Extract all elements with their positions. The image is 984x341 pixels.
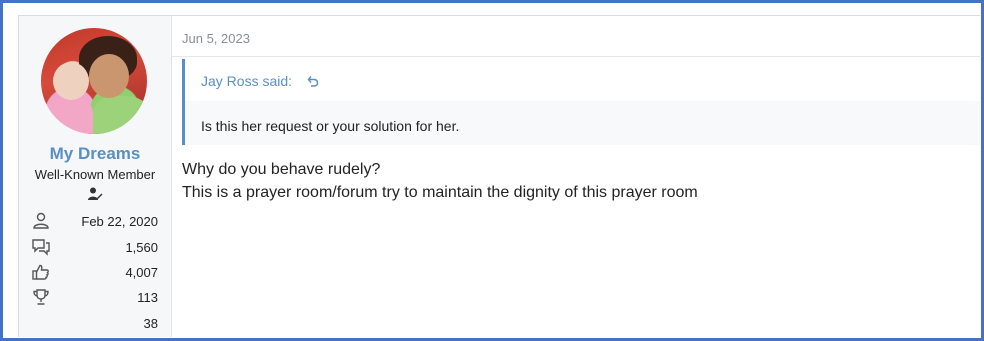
stat-joined: Feb 22, 2020 [19, 212, 171, 232]
speech-bubbles-icon [32, 239, 50, 256]
quote-header: Jay Ross said: [185, 59, 980, 101]
post-user-sidebar: My Dreams Well-Known Member Feb 22, 2020… [19, 16, 172, 337]
trophy-icon [33, 289, 49, 305]
user-title: Well-Known Member [34, 167, 156, 182]
stat-extra: 38 [19, 314, 171, 334]
quote-block: Jay Ross said: Is this her request or yo… [182, 59, 980, 145]
post-message: Why do you behave rudely? This is a pray… [182, 158, 698, 204]
username-link[interactable]: My Dreams [19, 144, 171, 164]
stat-points: 113 [19, 288, 171, 308]
message-line: This is a prayer room/forum try to maint… [182, 184, 698, 201]
divider [172, 56, 980, 57]
message-line: Why do you behave rudely? [182, 161, 381, 178]
post-main: Jun 5, 2023 Jay Ross said: Is this her r… [172, 16, 980, 337]
messages-count: 1,560 [125, 240, 158, 255]
user-icon [33, 212, 49, 229]
post-date-link[interactable]: Jun 5, 2023 [182, 31, 250, 46]
reactions-count: 4,007 [125, 265, 158, 280]
stat-reactions: 4,007 [19, 263, 171, 283]
user-edit-icon [88, 187, 103, 200]
user-avatar[interactable] [41, 28, 147, 134]
joined-date: Feb 22, 2020 [81, 214, 158, 229]
quote-author-link[interactable]: Jay Ross said: [201, 73, 292, 89]
thumbs-up-icon [32, 264, 49, 280]
points-count: 113 [137, 290, 158, 305]
stat-messages: 1,560 [19, 238, 171, 258]
forum-post: My Dreams Well-Known Member Feb 22, 2020… [18, 15, 980, 337]
quote-text: Is this her request or your solution for… [201, 118, 460, 134]
return-arrow-icon[interactable] [305, 73, 319, 87]
extra-count: 38 [143, 316, 158, 331]
